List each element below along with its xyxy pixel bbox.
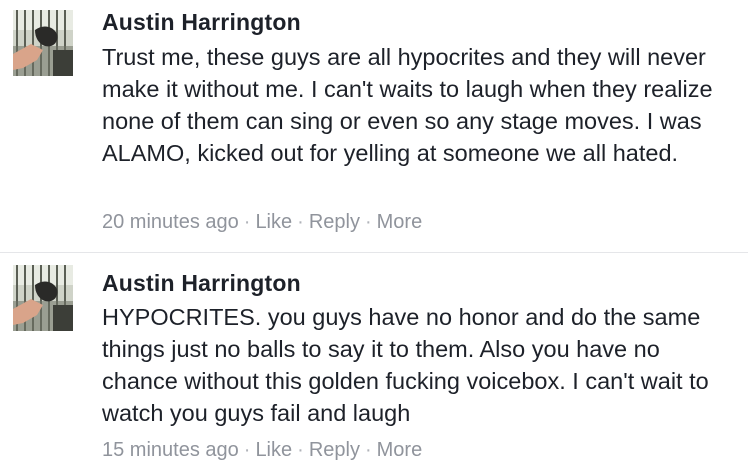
avatar[interactable]: [13, 10, 73, 76]
comment-timestamp[interactable]: 15 minutes ago: [102, 439, 239, 461]
comment-meta: 20 minutes ago · Like · Reply · More: [102, 211, 422, 234]
separator-dot: ·: [243, 439, 251, 461]
like-link[interactable]: Like: [255, 439, 292, 461]
separator-dot: ·: [297, 211, 304, 233]
separator-dot: ·: [364, 211, 372, 233]
separator-dot: ·: [297, 439, 304, 461]
comment-timestamp[interactable]: 20 minutes ago: [102, 211, 239, 233]
separator-dot: ·: [364, 439, 372, 461]
reply-link[interactable]: Reply: [309, 439, 360, 461]
comment-text: HYPOCRITES. you guys have no honor and d…: [102, 304, 709, 426]
comment-author[interactable]: Austin Harrington: [102, 270, 301, 297]
more-link[interactable]: More: [377, 439, 423, 461]
comment-text: Trust me, these guys are all hypocrites …: [102, 44, 713, 166]
comment-item: Austin Harrington Trust me, these guys a…: [0, 0, 748, 252]
like-link[interactable]: Like: [255, 211, 292, 233]
more-link[interactable]: More: [377, 211, 423, 233]
avatar-photo-icon: [13, 265, 73, 331]
comment-author[interactable]: Austin Harrington: [102, 9, 301, 36]
comment-meta: 15 minutes ago · Like · Reply · More: [102, 439, 422, 462]
separator-dot: ·: [243, 211, 251, 233]
reply-link[interactable]: Reply: [309, 211, 360, 233]
avatar-photo-icon: [13, 10, 73, 76]
comment-item: Austin Harrington HYPOCRITES. you guys h…: [0, 253, 748, 473]
avatar[interactable]: [13, 265, 73, 331]
